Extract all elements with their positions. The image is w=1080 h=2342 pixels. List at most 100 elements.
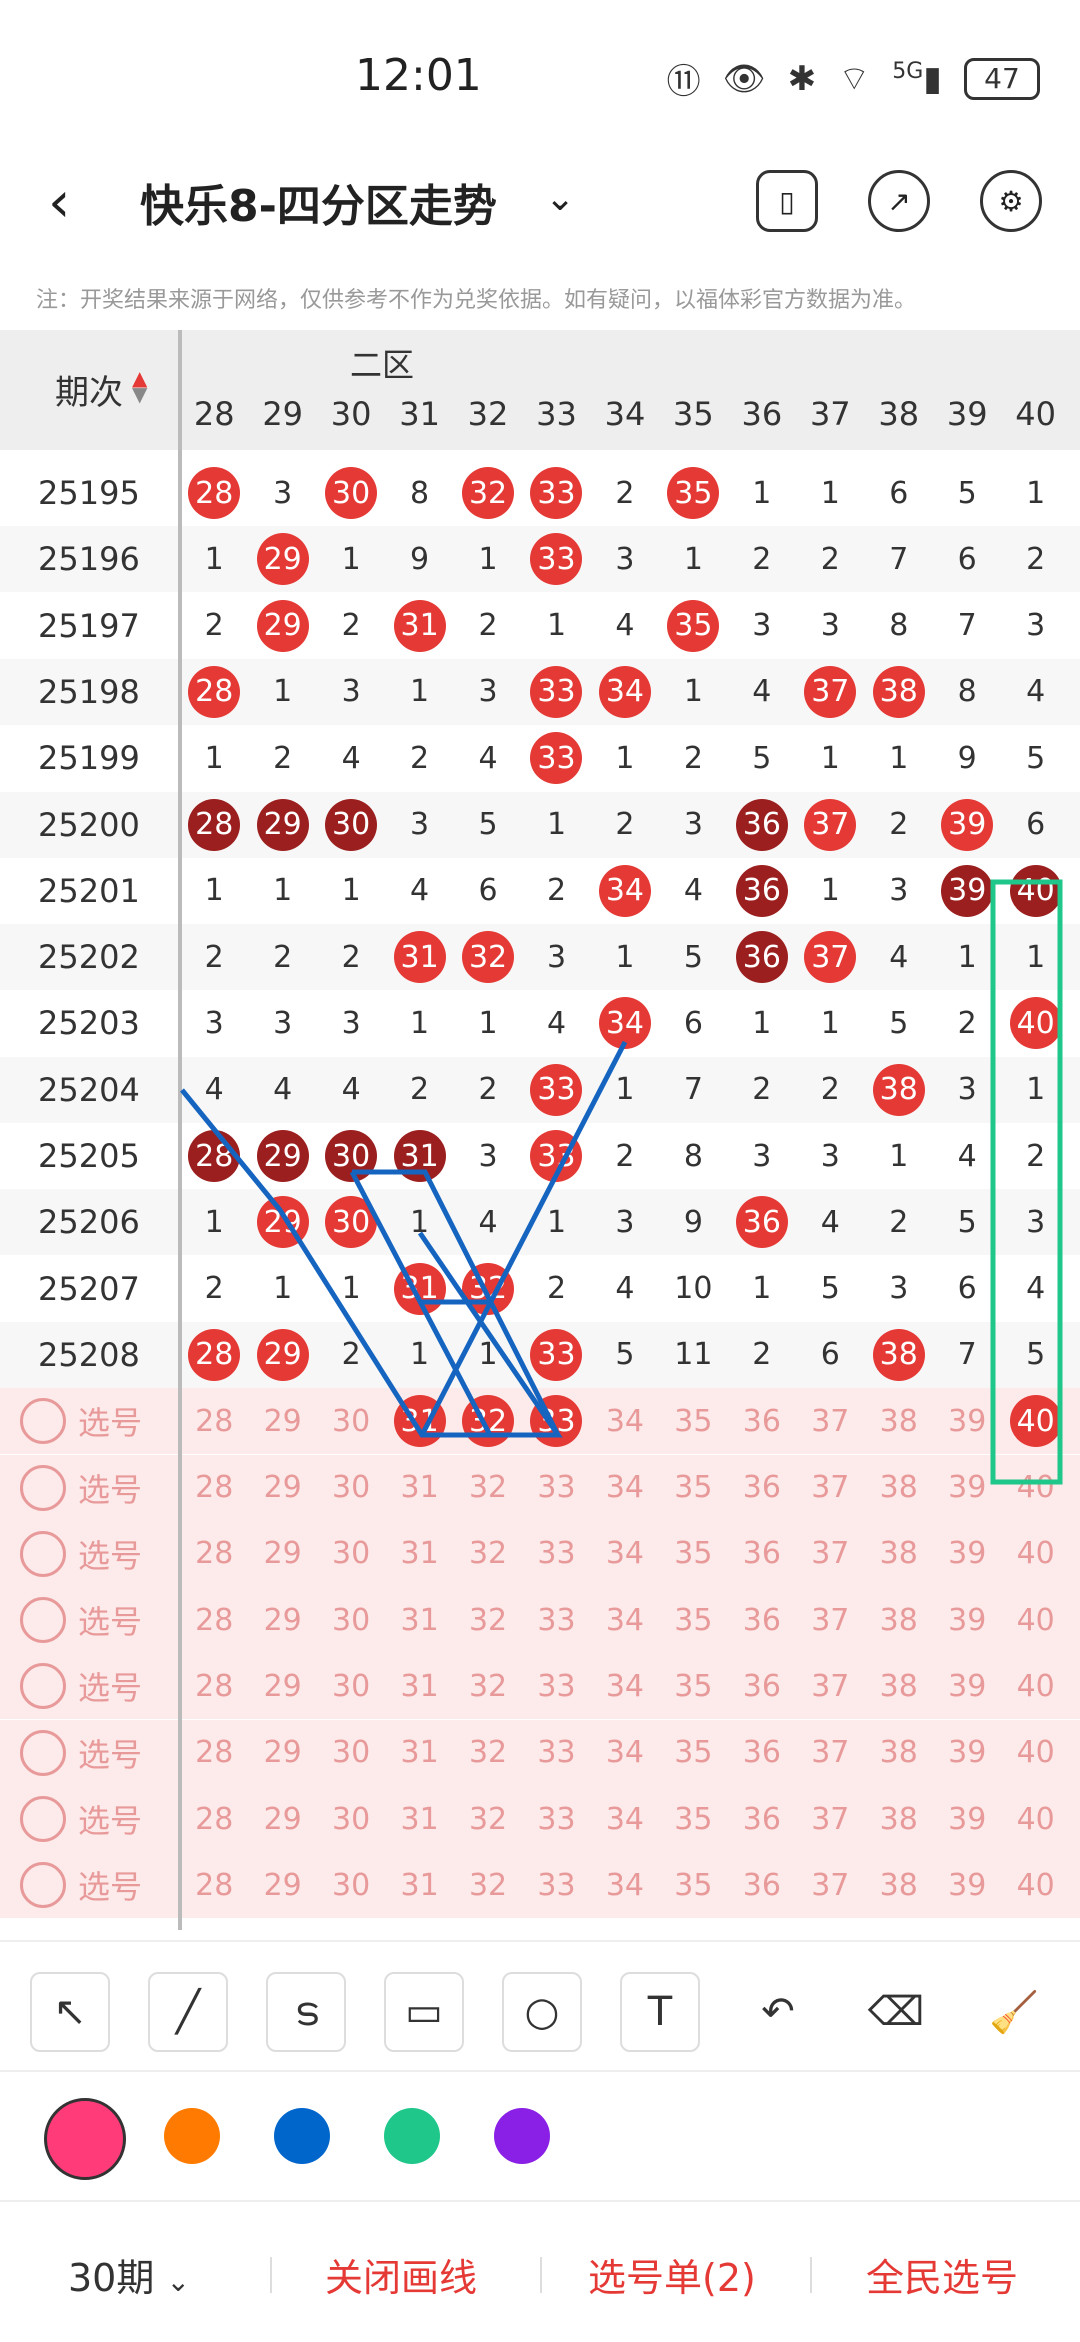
select-number-cell[interactable]: 33: [522, 1786, 590, 1852]
device-icon[interactable]: ▯: [756, 170, 818, 232]
selectable-number[interactable]: 37: [811, 1735, 849, 1770]
select-number-cell[interactable]: 31: [385, 1786, 453, 1852]
select-number-cell[interactable]: 30: [317, 1455, 385, 1521]
selectable-number[interactable]: 34: [606, 1669, 644, 1704]
select-number-cell[interactable]: 32: [454, 1720, 522, 1786]
select-number-cell[interactable]: 36: [728, 1455, 796, 1521]
sort-icon[interactable]: ▲ ▼: [132, 368, 147, 404]
select-number-cell[interactable]: 35: [659, 1455, 727, 1521]
selectable-number[interactable]: 30: [332, 1536, 370, 1571]
selectable-number[interactable]: 32: [469, 1868, 507, 1903]
page-title[interactable]: 快乐8-四分区走势: [140, 170, 497, 234]
select-number-cell[interactable]: 31: [385, 1455, 453, 1521]
selectable-number[interactable]: 40: [1017, 1735, 1055, 1770]
selectable-number[interactable]: 38: [880, 1603, 918, 1638]
eraser-icon[interactable]: ⌫: [856, 1972, 936, 2052]
selected-number-ball[interactable]: 40: [1009, 1395, 1062, 1448]
chevron-down-icon[interactable]: ⌄: [545, 178, 575, 219]
selectable-number[interactable]: 33: [537, 1735, 575, 1770]
selectable-number[interactable]: 39: [948, 1735, 986, 1770]
select-number-cell[interactable]: 32: [454, 1786, 522, 1852]
selectable-number[interactable]: 35: [674, 1868, 712, 1903]
select-label-cell[interactable]: 选号: [0, 1786, 180, 1852]
selectable-number[interactable]: 31: [400, 1735, 438, 1770]
selectable-number[interactable]: 38: [880, 1404, 918, 1439]
selectable-number[interactable]: 29: [264, 1603, 302, 1638]
selectable-number[interactable]: 35: [674, 1603, 712, 1638]
period-column-label[interactable]: 期次: [55, 365, 123, 414]
selectable-number[interactable]: 28: [195, 1603, 233, 1638]
select-number-cell[interactable]: 36: [728, 1388, 796, 1454]
select-number-cell[interactable]: 28: [180, 1587, 248, 1653]
select-number-cell[interactable]: 32: [454, 1521, 522, 1587]
selectable-number[interactable]: 33: [537, 1868, 575, 1903]
selectable-number[interactable]: 38: [880, 1735, 918, 1770]
select-number-cell[interactable]: 37: [796, 1455, 864, 1521]
selectable-number[interactable]: 33: [537, 1802, 575, 1837]
color-swatch-purple[interactable]: [494, 2108, 550, 2164]
select-number-cell[interactable]: 37: [796, 1786, 864, 1852]
selectable-number[interactable]: 39: [948, 1603, 986, 1638]
selectable-number[interactable]: 38: [880, 1868, 918, 1903]
select-number-cell[interactable]: 38: [865, 1455, 933, 1521]
selectable-number[interactable]: 40: [1017, 1802, 1055, 1837]
select-number-cell[interactable]: 34: [591, 1388, 659, 1454]
selectable-number[interactable]: 30: [332, 1802, 370, 1837]
selectable-number[interactable]: 39: [948, 1802, 986, 1837]
select-number-cell[interactable]: 28: [180, 1720, 248, 1786]
selected-number-ball[interactable]: 32: [462, 1395, 515, 1448]
selectable-number[interactable]: 28: [195, 1669, 233, 1704]
selectable-number[interactable]: 37: [811, 1603, 849, 1638]
select-number-cell[interactable]: 33: [522, 1653, 590, 1719]
select-number-cell[interactable]: 36: [728, 1720, 796, 1786]
selectable-number[interactable]: 34: [606, 1470, 644, 1505]
select-number-cell[interactable]: 40: [1001, 1388, 1069, 1454]
selectable-number[interactable]: 30: [332, 1868, 370, 1903]
selectable-number[interactable]: 38: [880, 1802, 918, 1837]
selectable-number[interactable]: 32: [469, 1802, 507, 1837]
selectable-number[interactable]: 32: [469, 1536, 507, 1571]
select-number-cell[interactable]: 39: [933, 1587, 1001, 1653]
select-number-cell[interactable]: 33: [522, 1720, 590, 1786]
select-number-cell[interactable]: 35: [659, 1587, 727, 1653]
select-number-cell[interactable]: 36: [728, 1587, 796, 1653]
selectable-number[interactable]: 29: [264, 1536, 302, 1571]
selectable-number[interactable]: 35: [674, 1536, 712, 1571]
select-number-cell[interactable]: 37: [796, 1587, 864, 1653]
selectable-number[interactable]: 36: [743, 1735, 781, 1770]
select-number-cell[interactable]: 32: [454, 1852, 522, 1918]
select-number-cell[interactable]: 40: [1001, 1653, 1069, 1719]
select-number-cell[interactable]: 29: [248, 1720, 316, 1786]
select-number-cell[interactable]: 29: [248, 1653, 316, 1719]
selectable-number[interactable]: 31: [400, 1868, 438, 1903]
selectable-number[interactable]: 38: [880, 1669, 918, 1704]
close-lines-button[interactable]: 关闭画线: [325, 2247, 477, 2302]
select-number-cell[interactable]: 31: [385, 1852, 453, 1918]
select-number-cell[interactable]: 31: [385, 1388, 453, 1454]
select-list-button[interactable]: 选号单(2): [588, 2247, 756, 2302]
select-label-cell[interactable]: 选号: [0, 1388, 180, 1454]
color-swatch-green[interactable]: [384, 2108, 440, 2164]
select-number-cell[interactable]: 40: [1001, 1720, 1069, 1786]
select-number-cell[interactable]: 28: [180, 1653, 248, 1719]
select-number-cell[interactable]: 29: [248, 1455, 316, 1521]
selectable-number[interactable]: 37: [811, 1470, 849, 1505]
select-radio-icon[interactable]: [20, 1398, 66, 1445]
select-number-cell[interactable]: 36: [728, 1521, 796, 1587]
select-label-cell[interactable]: 选号: [0, 1455, 180, 1521]
select-number-cell[interactable]: 30: [317, 1587, 385, 1653]
select-number-cell[interactable]: 36: [728, 1653, 796, 1719]
select-number-cell[interactable]: 35: [659, 1653, 727, 1719]
selectable-number[interactable]: 39: [948, 1404, 986, 1439]
public-pick-button[interactable]: 全民选号: [866, 2247, 1018, 2302]
selectable-number[interactable]: 32: [469, 1603, 507, 1638]
select-number-cell[interactable]: 28: [180, 1455, 248, 1521]
select-number-cell[interactable]: 34: [591, 1521, 659, 1587]
select-number-cell[interactable]: 35: [659, 1720, 727, 1786]
selectable-number[interactable]: 36: [743, 1802, 781, 1837]
selectable-number[interactable]: 37: [811, 1669, 849, 1704]
selectable-number[interactable]: 37: [811, 1802, 849, 1837]
select-number-cell[interactable]: 37: [796, 1521, 864, 1587]
selectable-number[interactable]: 37: [811, 1868, 849, 1903]
settings-icon[interactable]: ⚙: [980, 170, 1042, 232]
